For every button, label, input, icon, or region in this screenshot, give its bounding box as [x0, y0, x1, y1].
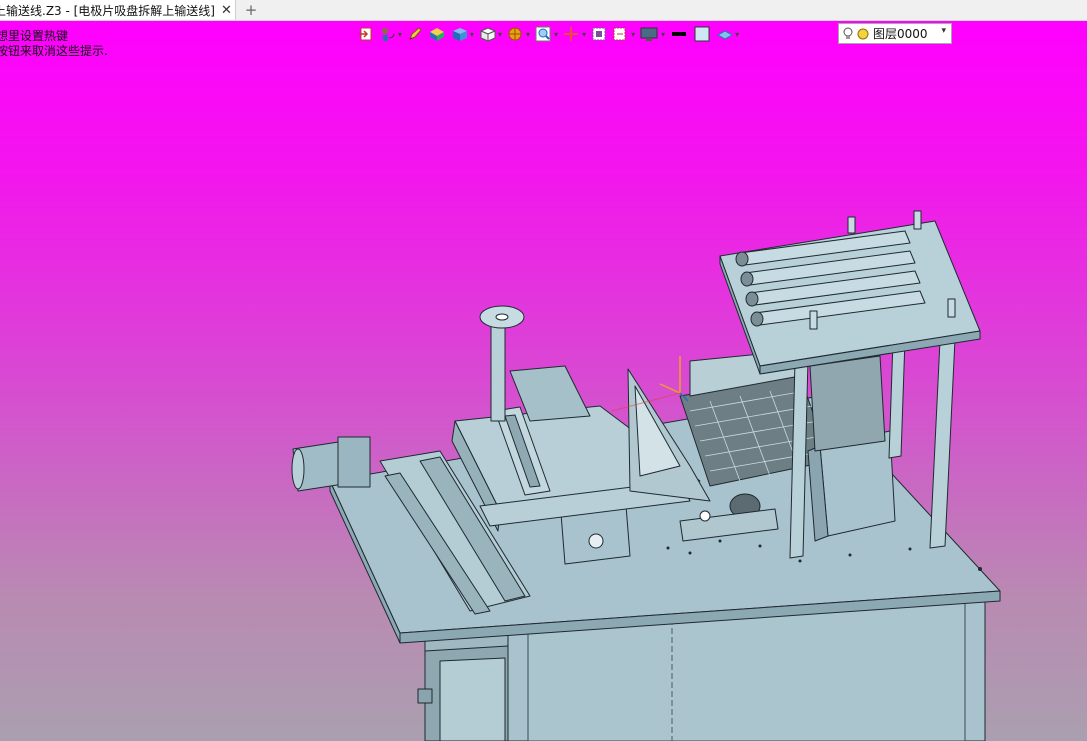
add-tab-button[interactable]: + [243, 0, 259, 20]
document-tab[interactable]: 上输送线.Z3 - [电极片吸盘拆解上输送线] ✕ [0, 0, 236, 20]
document-tab-title: 上输送线.Z3 - [电极片吸盘拆解上输送线] [0, 3, 215, 18]
tab-bar: 上输送线.Z3 - [电极片吸盘拆解上输送线] ✕ + [0, 0, 1087, 21]
close-icon[interactable]: ✕ [221, 3, 232, 18]
3d-viewport[interactable]: 想里设置热键 按钮来取消这些提示. ▾ ▾ ▾ ▾ ▾ ▾ ▾ ▾ ▾ 图层00… [0, 21, 1087, 741]
3d-model[interactable] [0, 21, 1087, 741]
